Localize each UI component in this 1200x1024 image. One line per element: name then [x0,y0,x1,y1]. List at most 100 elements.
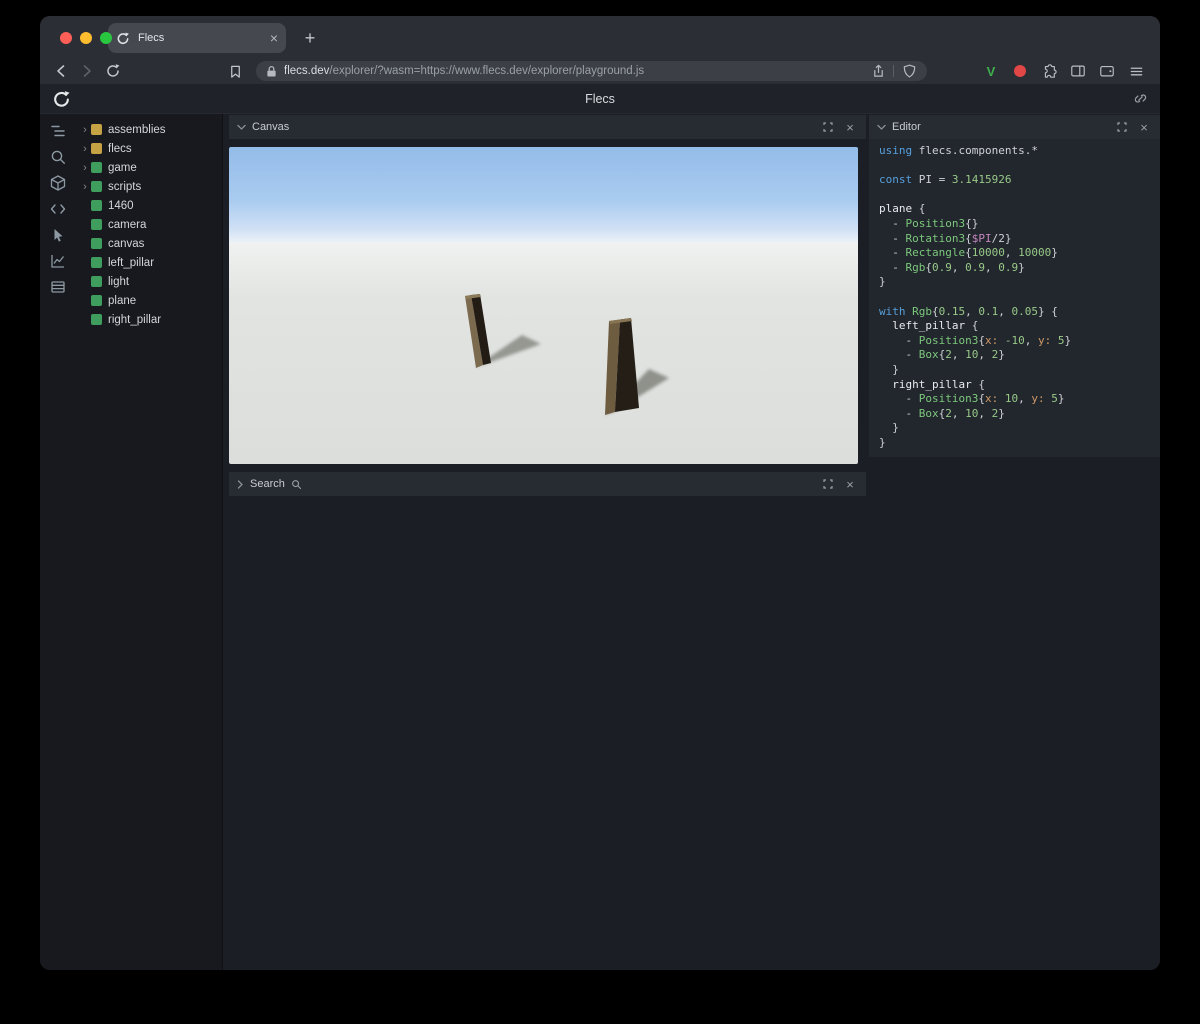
browser-tab[interactable]: Flecs × [108,23,286,53]
tree-item-left_pillar[interactable]: left_pillar [76,253,222,272]
tree-item-flecs[interactable]: › flecs [76,139,222,158]
close-panel-button[interactable]: × [1136,119,1152,135]
wallet-button[interactable] [1097,61,1117,81]
new-tab-button[interactable]: + [298,26,322,50]
expand-panel-button[interactable] [820,119,836,135]
query-table-button[interactable] [48,277,68,297]
code-line: } [879,421,1150,436]
chart-icon [51,255,65,268]
code-token: , [985,260,999,274]
code-token: - [879,246,906,260]
reload-button[interactable] [102,60,124,82]
shield-icon [903,64,915,78]
entities-button[interactable] [48,173,68,193]
brave-shields-button[interactable] [901,63,917,79]
code-token: { [925,260,932,274]
search-sidebar-button[interactable] [48,147,68,167]
canvas-panel-header[interactable]: Canvas × [229,115,866,139]
tree-item-scripts[interactable]: › scripts [76,177,222,196]
code-token: 0.9 [932,260,952,274]
code-token: , [965,304,979,318]
code-token: 2 [945,406,952,420]
expand-arrow-icon[interactable]: › [80,143,90,155]
canvas-3d-scene[interactable] [229,147,858,464]
statistics-button[interactable] [48,251,68,271]
puzzle-icon [1044,64,1057,78]
zoom-window-button[interactable] [100,32,112,44]
tab-close-icon[interactable]: × [270,31,278,45]
expand-arrow-icon[interactable]: › [80,181,90,193]
code-token: { [978,333,985,347]
code-token: 0.05 [1011,304,1039,318]
code-token: } [879,275,886,289]
search-panel-header[interactable]: Search × [229,472,866,496]
code-line: - Position3{x: -10, y: 5} [879,334,1150,349]
table-icon [51,281,65,293]
code-token: Position3 [905,216,966,230]
extensions-button[interactable] [1039,61,1059,81]
code-token: /2} [991,231,1012,245]
code-token: Rgb [905,260,926,274]
back-button[interactable] [50,60,72,82]
code-token: Rgb [912,304,932,318]
expand-panel-button[interactable] [1114,119,1130,135]
code-token: Rotation3 [905,231,966,245]
tree-view-button[interactable] [48,121,68,141]
code-token: {} [965,216,979,230]
tree-item-light[interactable]: light [76,272,222,291]
cube-icon [50,175,66,191]
close-window-button[interactable] [60,32,72,44]
minimize-window-button[interactable] [80,32,92,44]
tree-item-label: flecs [108,142,132,155]
extension-record-button[interactable] [1010,61,1030,81]
tree-item-label: assemblies [108,123,166,136]
code-view-button[interactable] [48,199,68,219]
code-icon [50,204,66,214]
code-line: - Rgb{0.9, 0.9, 0.9} [879,261,1150,276]
tree-item-assemblies[interactable]: › assemblies [76,120,222,139]
close-panel-button[interactable]: × [842,119,858,135]
expand-panel-button[interactable] [820,476,836,492]
tree-item-1460[interactable]: 1460 [76,196,222,215]
entity-color-icon [91,295,102,306]
tree-item-label: plane [108,294,137,307]
close-icon: × [846,119,854,135]
fullscreen-icon [1117,122,1127,132]
bookmark-button[interactable] [224,60,246,82]
code-token: } [1051,246,1058,260]
extension-v-button[interactable]: V [981,61,1001,81]
tree-item-label: game [108,161,137,174]
code-line: } [879,363,1150,378]
search-icon [51,150,66,165]
chevron-down-icon [877,124,886,130]
tree-item-camera[interactable]: camera [76,215,222,234]
tree-item-label: left_pillar [108,256,155,269]
expand-arrow-icon[interactable]: › [80,162,90,174]
code-token: 10000 [1018,246,1052,260]
share-button[interactable] [870,63,886,79]
code-token: PI = [912,173,952,187]
menu-button[interactable] [1126,61,1146,81]
address-bar[interactable]: flecs.dev/explorer/?wasm=https://www.fle… [256,61,927,81]
code-line: - Box{2, 10, 2} [879,348,1150,363]
wallet-icon [1100,65,1114,77]
tree-item-right_pillar[interactable]: right_pillar [76,310,222,329]
sidebar-toggle-button[interactable] [1068,61,1088,81]
forward-button[interactable] [76,60,98,82]
tool-sidebar [40,114,76,970]
code-token: with [879,304,906,318]
expand-arrow-icon[interactable]: › [80,124,90,136]
code-token: } [1064,333,1072,347]
tree-item-canvas[interactable]: canvas [76,234,222,253]
code-token: - [879,348,919,362]
tree-item-plane[interactable]: plane [76,291,222,310]
inspect-button[interactable] [48,225,68,245]
close-panel-button[interactable]: × [842,476,858,492]
tree-item-game[interactable]: › game [76,158,222,177]
code-editor[interactable]: using flecs.components.* const PI = 3.14… [869,139,1160,457]
code-token: 3.1415926 [951,173,1012,187]
editor-panel-header[interactable]: Editor × [869,115,1160,139]
